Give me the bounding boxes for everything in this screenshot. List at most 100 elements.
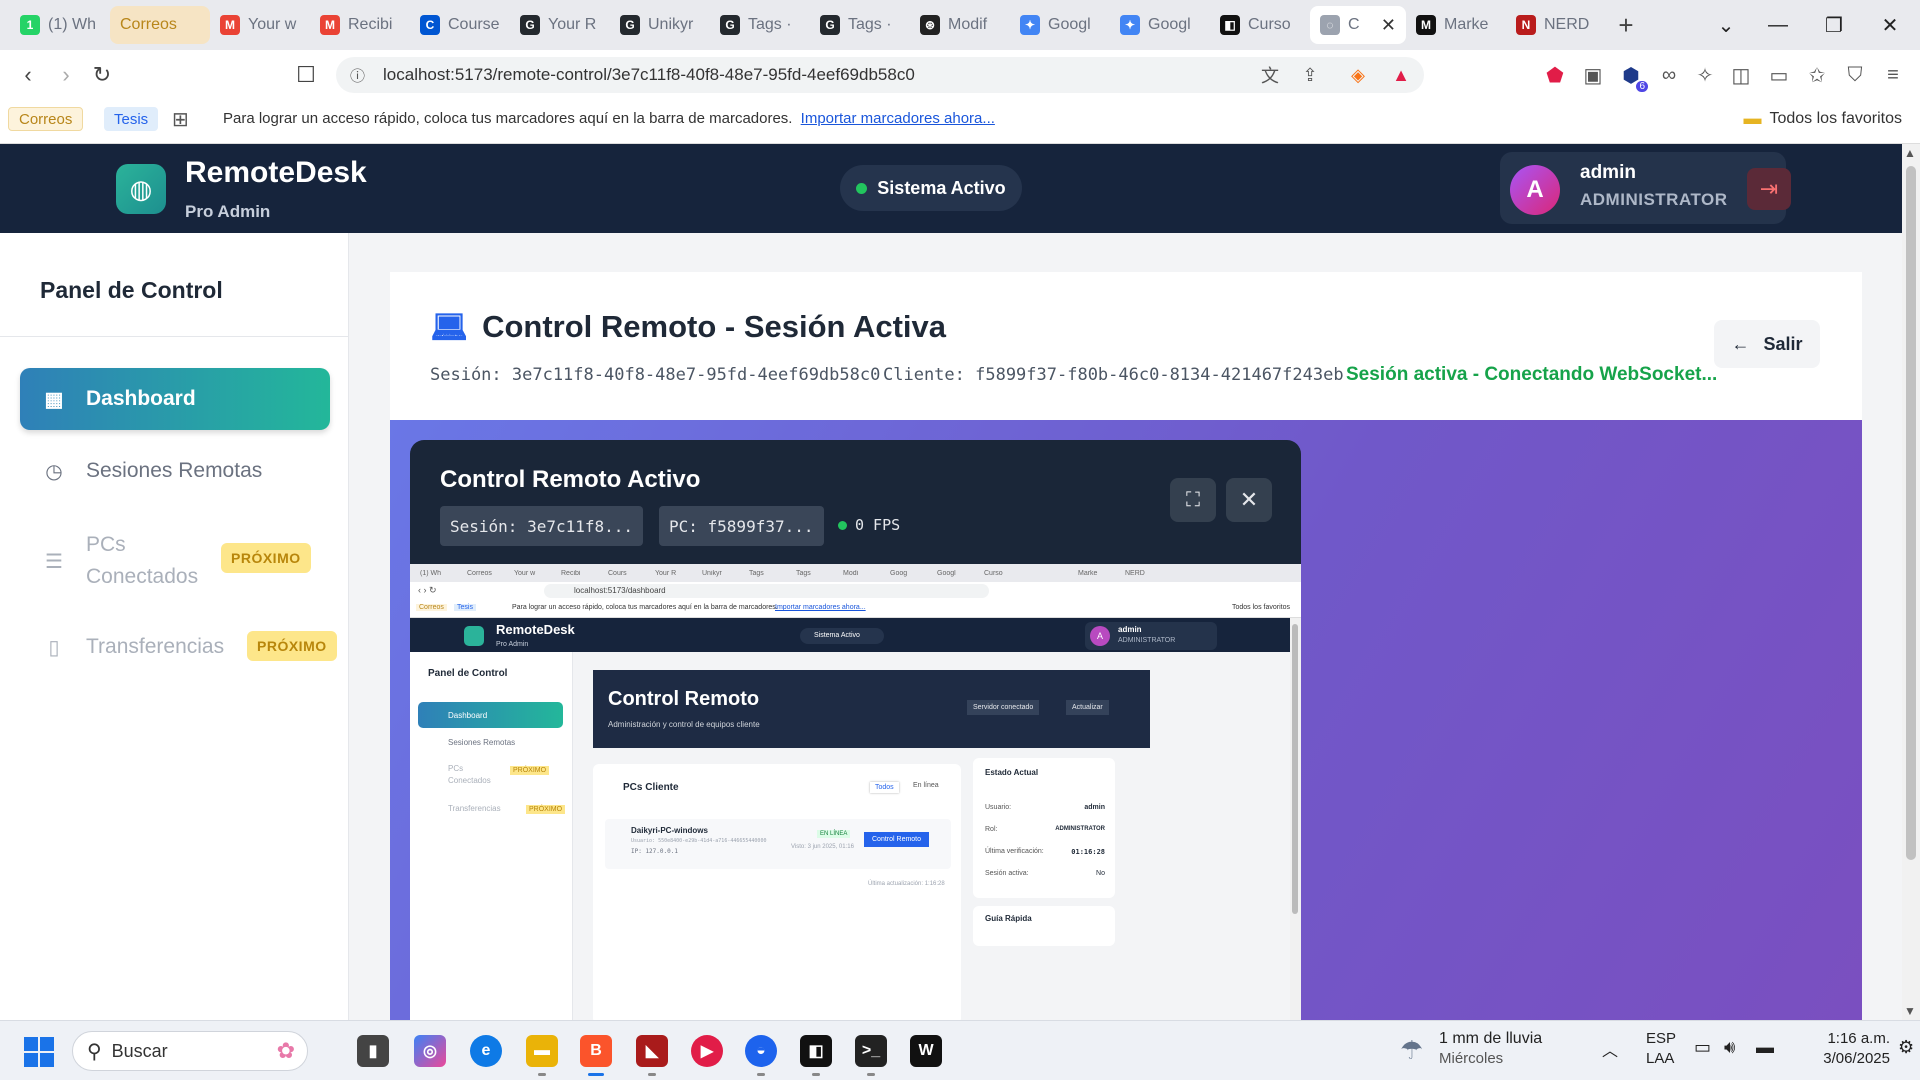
extension-icon[interactable]: ▣ [1580,62,1606,88]
browser-tab[interactable]: N NERD [1506,6,1606,44]
fullscreen-button[interactable]: ⛶ [1170,478,1216,522]
remote-sidebar: Panel de Control Dashboard Sesiones Remo… [410,652,573,1020]
browser-tab-label: Tags · [848,16,892,33]
remote-side-item: Sesiones Remotas [448,738,516,747]
cursor-app-icon[interactable]: ◧ [800,1035,832,1067]
dashboard-icon: ▦ [44,388,64,411]
loading-icon: ◌ [1320,15,1340,35]
scroll-down-icon[interactable]: ▼ [1904,1004,1916,1018]
browser-tab[interactable]: G Unikyr [610,6,710,44]
share-icon[interactable]: ⇪ [1298,63,1322,87]
back-button[interactable]: ‹ [10,57,46,93]
remote-pc-ip: IP: 127.0.0.1 [631,848,678,855]
remote-refresh-btn: Actualizar [1066,700,1109,715]
bookmark-chip-tesis[interactable]: Tesis [104,107,159,131]
exit-button[interactable]: ← Salir [1714,320,1820,368]
weather-text[interactable]: 1 mm de lluvia [1439,1030,1542,1048]
browser-tab[interactable]: M Recibi [310,6,410,44]
new-tab-button[interactable]: + [1606,5,1646,45]
coming-soon-badge: PRÓXIMO [221,543,311,573]
scrollbar-thumb[interactable] [1906,166,1916,860]
remote-state-val: No [1096,870,1105,877]
apps-grid-icon[interactable]: ⊞ [162,107,199,131]
browser-tab[interactable]: C Course [410,6,510,44]
maximize-button[interactable]: ❐ [1806,0,1862,50]
forward-button[interactable]: › [48,57,84,93]
sidebar-item-label-line2: Conectados [86,565,199,588]
reload-button[interactable]: ↻ [84,57,120,93]
sidebar-item-dashboard[interactable]: ▦ Dashboard [20,368,330,430]
browser-tab[interactable]: Correos [110,6,210,44]
task-view-icon[interactable]: ▮ [357,1035,389,1067]
volume-icon[interactable]: 🔊︎ [1724,1037,1735,1058]
copilot-icon[interactable]: ◎ [414,1035,446,1067]
game-app-icon[interactable]: ◣ [636,1035,668,1067]
browser-tab[interactable]: G Your R [510,6,610,44]
browser-tab[interactable]: G Tags · [710,6,810,44]
lang-layout: LAA [1646,1050,1675,1067]
notifications-icon[interactable]: ⚙ [1898,1037,1914,1058]
puzzle-icon[interactable]: ✧ [1692,62,1718,88]
running-indicator [538,1073,546,1076]
extension-badge-icon[interactable]: ⬢ 6 [1618,62,1648,92]
browser-tab[interactable]: ◧ Curso [1210,6,1310,44]
all-favorites-button[interactable]: ▬ Todos los favoritos [1743,108,1902,129]
adblock-extension-icon[interactable]: ⬟ [1542,62,1568,88]
session-status: Sesión activa - Conectando WebSocket... [1346,364,1718,385]
scroll-up-icon[interactable]: ▲ [1904,146,1916,160]
brave-rewards-icon[interactable]: ▲ [1389,63,1413,87]
remote-pc-seen: Visto: 3 jun 2025, 01:16 [791,844,854,850]
wallet-icon[interactable]: ▭ [1766,62,1792,88]
brave-shield-icon[interactable]: ◈ [1346,63,1370,87]
running-indicator [757,1073,765,1076]
browser-tab[interactable]: M Marke [1406,6,1506,44]
windows-start-icon[interactable] [24,1037,54,1067]
browser-tab[interactable]: ⊛ Modif [910,6,1010,44]
lang-code[interactable]: ESP [1646,1030,1676,1047]
weather-icon[interactable]: ☂ [1400,1035,1423,1066]
remote-bookmarks-bar: Correos Tesis Para lograr un acceso rápi… [410,600,1301,618]
bookmark-chip-correos[interactable]: Correos [8,107,84,131]
page-scrollbar[interactable]: ▲ ▼ [1902,144,1920,1020]
close-session-button[interactable]: ✕ [1226,478,1272,522]
bookmark-icon[interactable]: ☐ [288,57,324,93]
app-name: RemoteDesk [185,156,367,189]
import-bookmarks-link[interactable]: Importar marcadores ahora... [801,110,995,127]
exit-button-label: Salir [1763,333,1803,354]
tray-overflow-icon[interactable]: ︿ [1602,1037,1618,1061]
remote-bm-chip: Correos [416,604,447,611]
w-app-icon[interactable]: W [910,1035,942,1067]
browser-tab[interactable]: ✦ Googl [1010,6,1110,44]
minimize-button[interactable]: — [1750,0,1806,50]
remote-tab: Goog [890,569,908,577]
site-info-icon[interactable]: ⓘ [350,65,365,86]
close-tab-icon[interactable]: ✕ [1381,15,1396,36]
leo-ai-icon[interactable]: ✩ [1804,62,1830,88]
browser-tab[interactable]: 1 (1) Wh [10,6,110,44]
translate-icon[interactable]: 文 [1258,63,1282,87]
edge-icon[interactable]: e [470,1035,502,1067]
sidebar-item-sesiones-remotas[interactable]: ◷ Sesiones Remotas [20,440,330,502]
close-window-button[interactable]: ✕ [1862,0,1918,50]
docker-icon[interactable]: ◒ [745,1035,777,1067]
vpn-shield-icon[interactable]: ⛉ [1842,62,1868,88]
file-explorer-icon[interactable]: ▬ [526,1035,558,1067]
remote-filter-all: Todos [870,782,899,793]
vpn-extension-icon[interactable]: ∞ [1656,62,1682,88]
logout-button[interactable]: ⇥ [1747,168,1791,210]
remote-screen[interactable]: (1) Wh Correos Your w Recibi Cours Your R Unik… [410,564,1301,1020]
browser-tab[interactable]: ◌ C ✕ [1310,6,1406,44]
terminal-icon[interactable]: >_ [855,1035,887,1067]
sidebar-toggle-icon[interactable]: ◫ [1728,62,1754,88]
browser-tab[interactable]: M Your w [210,6,310,44]
clock-time[interactable]: 1:16 a.m. [1800,1030,1890,1047]
youtube-music-icon[interactable]: ▶ [691,1035,723,1067]
browser-tab[interactable]: ✦ Googl [1110,6,1210,44]
tab-search-icon[interactable]: ⌄ [1698,0,1754,50]
taskbar-search[interactable]: ⚲ Buscar ✿ [72,1031,308,1071]
menu-icon[interactable]: ≡ [1880,62,1906,88]
battery-icon[interactable]: ▬ [1756,1037,1774,1058]
browser-tab[interactable]: G Tags · [810,6,910,44]
brave-browser-icon[interactable]: B [580,1035,612,1067]
network-icon[interactable]: ▭ [1694,1037,1711,1058]
